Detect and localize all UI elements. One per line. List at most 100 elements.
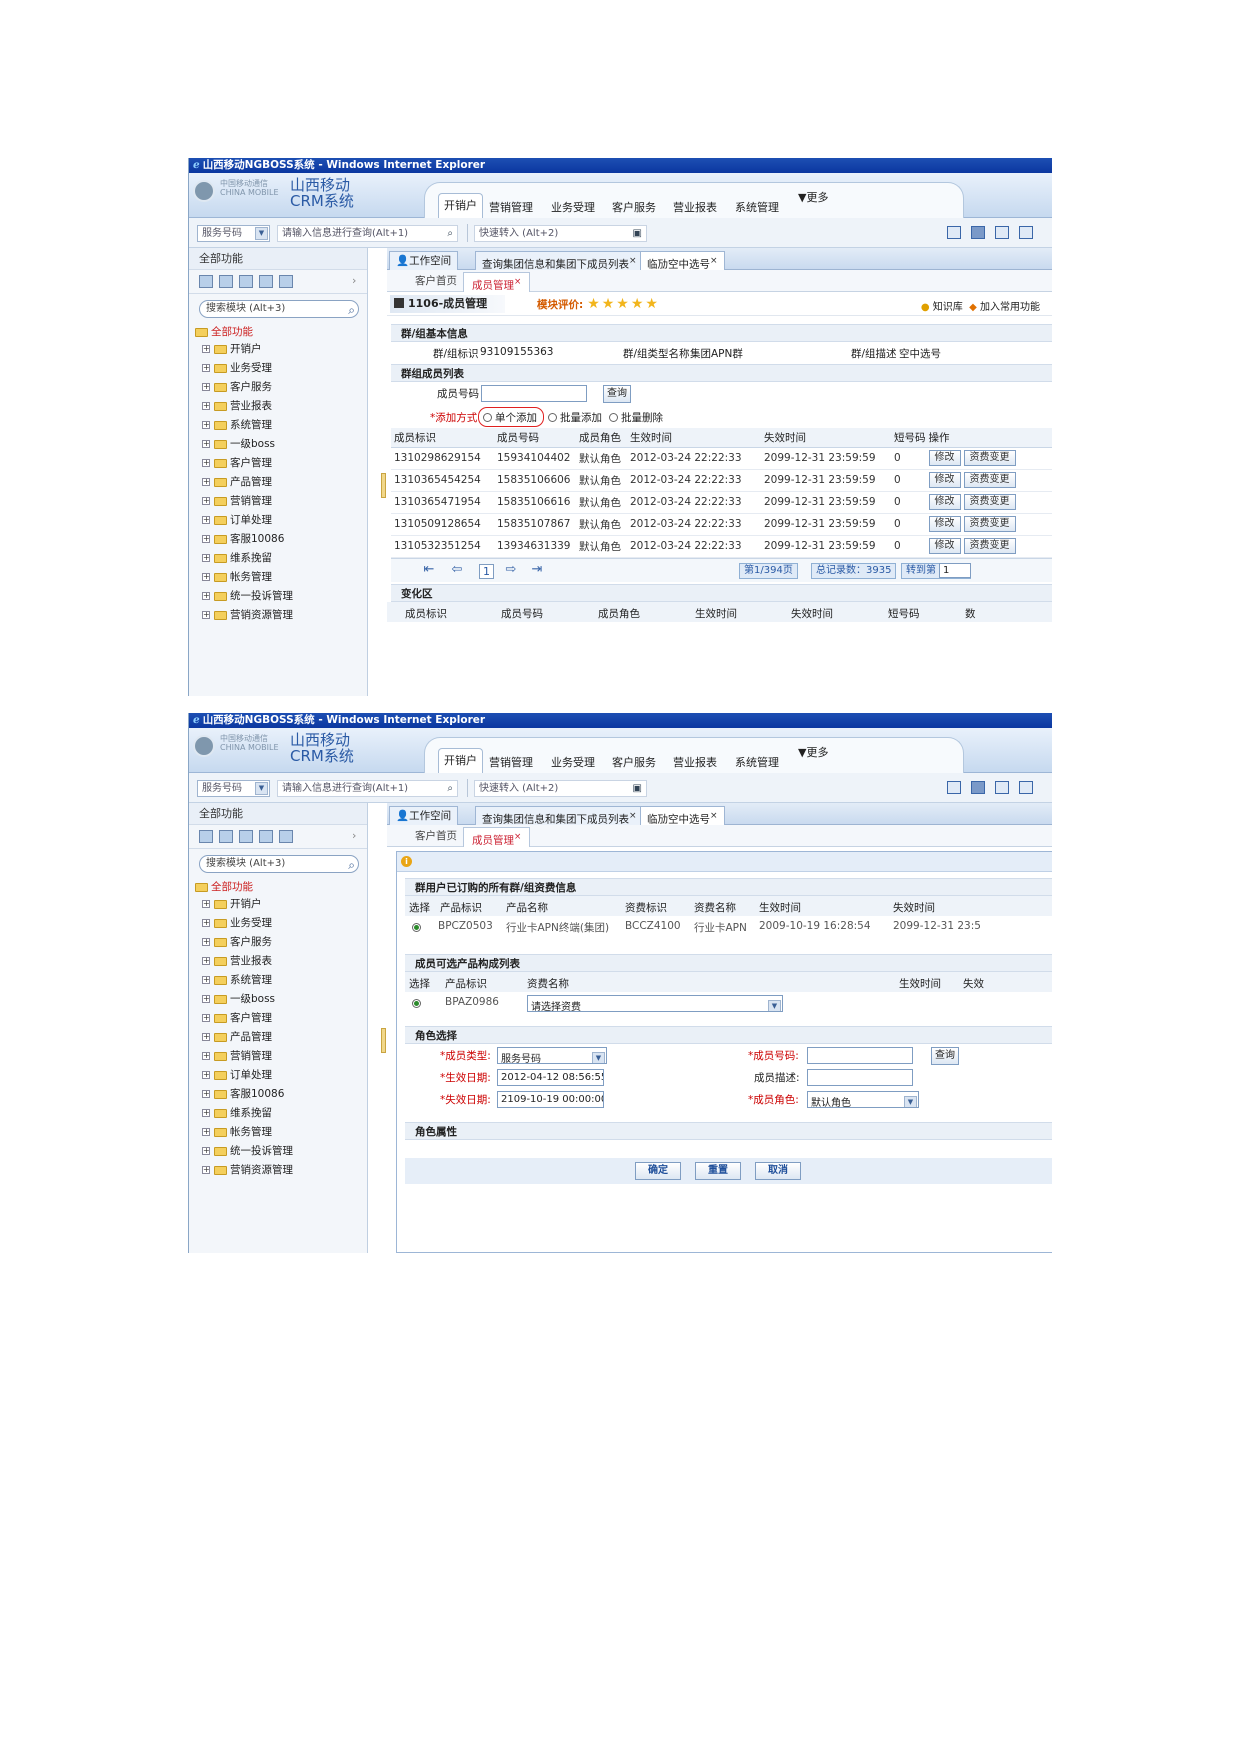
tab-number-select[interactable]: 临劢空中选号× [640, 806, 725, 826]
expand-icon[interactable]: + [202, 459, 210, 467]
effective-date-input[interactable]: 2012-04-12 08:56:55 [497, 1069, 604, 1086]
tree-item[interactable]: + 系统管理 [195, 416, 367, 435]
last-page-icon[interactable]: ⇥ [529, 562, 545, 578]
quick-jump-input[interactable]: 快速转入 (Alt+2) ▣ [474, 225, 647, 242]
close-icon[interactable]: × [710, 256, 718, 266]
module-search-input[interactable]: 搜索模块 (Alt+3) ⌕ [199, 855, 359, 873]
query-input[interactable]: 请输入信息进行查询(Alt+1) ⌕ [277, 780, 458, 797]
tree-item[interactable]: + 业务受理 [195, 914, 367, 933]
nav-item-more[interactable]: ▼更多 [798, 189, 828, 205]
current-page[interactable]: 1 [479, 563, 494, 579]
tree-item[interactable]: + 营销管理 [195, 1047, 367, 1066]
layout-split-icon[interactable] [995, 226, 1009, 239]
expand-icon[interactable]: + [202, 995, 210, 1003]
tree-root[interactable]: 全部功能 [195, 879, 367, 895]
service-number-select[interactable]: 服务号码 ▼ [197, 780, 270, 797]
reset-button[interactable]: 重置 [695, 1162, 741, 1180]
shortcut-2-icon[interactable] [219, 275, 233, 288]
expand-icon[interactable]: + [202, 478, 210, 486]
tree-item[interactable]: + 客服10086 [195, 530, 367, 549]
tree-item[interactable]: + 产品管理 [195, 473, 367, 492]
fee-select[interactable]: 请选择资费 ▼ [527, 995, 783, 1012]
expand-icon[interactable]: + [202, 1052, 210, 1060]
tree-item[interactable]: + 产品管理 [195, 1028, 367, 1047]
knowledge-link[interactable]: 知识库 [933, 302, 963, 313]
member-type-select[interactable]: 服务号码 ▼ [497, 1047, 607, 1064]
nav-item-business[interactable]: 业务受理 [551, 754, 595, 770]
member-desc-input[interactable] [807, 1069, 913, 1086]
nav-item-system[interactable]: 系统管理 [735, 754, 779, 770]
sidebar-splitter[interactable] [381, 473, 386, 498]
expand-icon[interactable]: + [202, 440, 210, 448]
tree-item[interactable]: + 维系挽留 [195, 1104, 367, 1123]
nav-item-system[interactable]: 系统管理 [735, 199, 779, 215]
expand-icon[interactable]: + [202, 345, 210, 353]
tree-item[interactable]: + 统一投诉管理 [195, 587, 367, 606]
expand-icon[interactable]: + [202, 1014, 210, 1022]
fee-change-button[interactable]: 资费变更 [963, 494, 1016, 510]
close-icon[interactable]: × [514, 277, 521, 287]
search-icon[interactable]: ⌕ [348, 857, 355, 873]
tab-workspace[interactable]: 👤工作空间 [389, 251, 459, 270]
tree-item[interactable]: + 一级boss [195, 990, 367, 1009]
layout-wide-icon[interactable] [1019, 226, 1033, 239]
fee-change-button[interactable]: 资费变更 [963, 450, 1016, 466]
tree-item[interactable]: + 营销管理 [195, 492, 367, 511]
member-no-input[interactable] [481, 385, 587, 402]
goto-page-input[interactable]: 1 [939, 562, 971, 578]
shortcut-2-icon[interactable] [219, 830, 233, 843]
tree-root[interactable]: 全部功能 [195, 324, 367, 340]
nav-item-customer-service[interactable]: 客户服务 [612, 754, 656, 770]
tree-item[interactable]: + 营业报表 [195, 952, 367, 971]
module-search-input[interactable]: 搜索模块 (Alt+3) ⌕ [199, 300, 359, 318]
expand-icon[interactable]: + [202, 573, 210, 581]
expand-icon[interactable]: + [202, 592, 210, 600]
tree-item[interactable]: + 客户服务 [195, 933, 367, 952]
tab-group-query[interactable]: 查询集团信息和集团下成员列表× [475, 251, 644, 271]
expand-icon[interactable]: + [202, 497, 210, 505]
chevron-right-icon[interactable]: › [352, 829, 356, 842]
radio-batch-add[interactable]: 批量添加 [548, 410, 602, 425]
nav-item-open-account[interactable]: 开销户 [438, 748, 483, 774]
member-no-input[interactable] [807, 1047, 913, 1064]
edit-button[interactable]: 修改 [928, 516, 961, 532]
shortcut-4-icon[interactable] [259, 275, 273, 288]
tree-item[interactable]: + 营销资源管理 [195, 606, 367, 625]
fee-change-button[interactable]: 资费变更 [963, 516, 1016, 532]
tab-workspace[interactable]: 👤工作空间 [389, 806, 459, 825]
expand-icon[interactable]: + [202, 611, 210, 619]
expand-icon[interactable]: + [202, 1128, 210, 1136]
sidebar-splitter[interactable] [381, 1028, 386, 1053]
tree-item[interactable]: + 开销户 [195, 895, 367, 914]
nav-item-reports[interactable]: 营业报表 [673, 754, 717, 770]
tree-item[interactable]: + 统一投诉管理 [195, 1142, 367, 1161]
first-page-icon[interactable]: ⇤ [421, 562, 437, 578]
subtab-member-management[interactable]: 成员管理× [463, 272, 531, 292]
layout-single-icon[interactable] [947, 226, 961, 239]
layout-single-icon[interactable] [947, 781, 961, 794]
expand-icon[interactable]: + [202, 957, 210, 965]
edit-button[interactable]: 修改 [928, 494, 961, 510]
layout-wide-icon[interactable] [1019, 781, 1033, 794]
tab-group-query[interactable]: 查询集团信息和集团下成员列表× [475, 806, 644, 826]
nav-item-open-account[interactable]: 开销户 [438, 193, 483, 219]
add-common-link[interactable]: 加入常用功能 [980, 302, 1040, 313]
search-icon[interactable]: ⌕ [348, 302, 355, 318]
expand-icon[interactable]: + [202, 554, 210, 562]
edit-button[interactable]: 修改 [928, 450, 961, 466]
tree-item[interactable]: + 系统管理 [195, 971, 367, 990]
expand-icon[interactable]: + [202, 421, 210, 429]
expand-icon[interactable]: + [202, 976, 210, 984]
fee-change-button[interactable]: 资费变更 [963, 472, 1016, 488]
shortcut-5-icon[interactable] [279, 275, 293, 288]
expand-icon[interactable]: + [202, 919, 210, 927]
tree-item[interactable]: + 营销资源管理 [195, 1161, 367, 1180]
subtab-member-management[interactable]: 成员管理× [463, 827, 531, 847]
expand-icon[interactable]: + [202, 1090, 210, 1098]
shortcut-4-icon[interactable] [259, 830, 273, 843]
subtab-customer-home[interactable]: 客户首页 [407, 272, 465, 292]
tree-item[interactable]: + 营业报表 [195, 397, 367, 416]
query-input[interactable]: 请输入信息进行查询(Alt+1) ⌕ [277, 225, 458, 242]
prev-page-icon[interactable]: ⇦ [449, 562, 465, 578]
shortcut-1-icon[interactable] [199, 275, 213, 288]
